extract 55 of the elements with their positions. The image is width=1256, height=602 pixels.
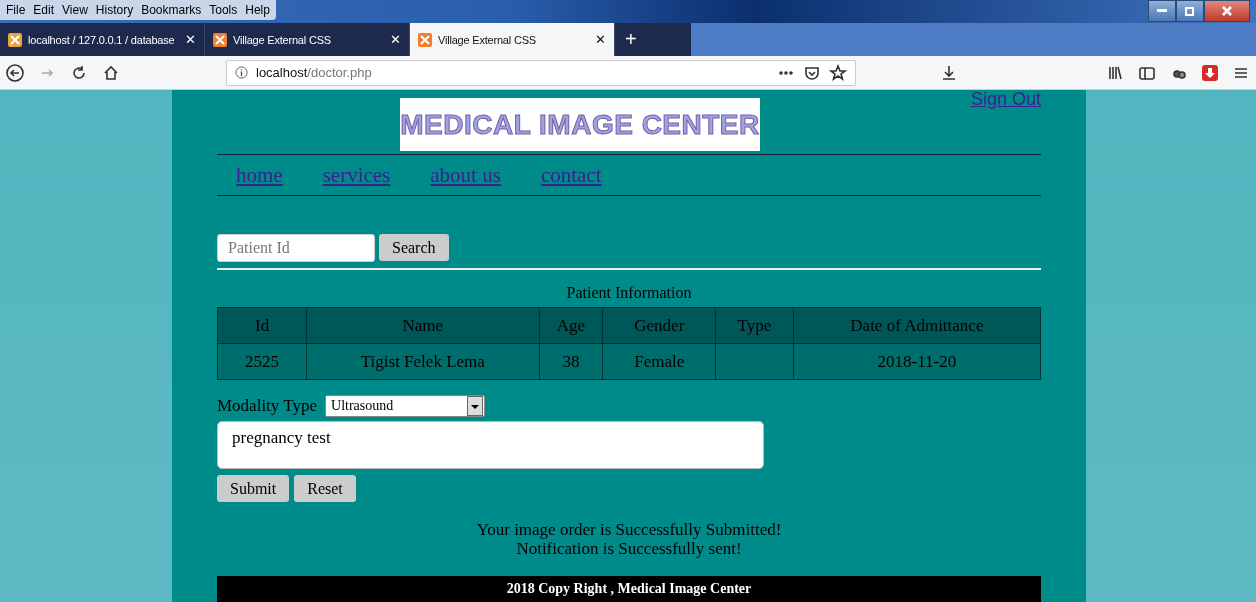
- search-button[interactable]: Search: [379, 234, 449, 261]
- close-icon: [1222, 6, 1232, 16]
- menu-item[interactable]: Edit: [33, 3, 55, 17]
- site-logo: MEDICAL IMAGE CENTER: [400, 98, 760, 151]
- tab-close-button[interactable]: ✕: [185, 32, 196, 48]
- modality-label: Modality Type: [217, 396, 318, 416]
- column-header: Type: [715, 307, 794, 344]
- menu-item[interactable]: Bookmarks: [141, 3, 202, 17]
- column-header: Gender: [602, 307, 716, 344]
- menu-item[interactable]: Tools: [209, 3, 238, 17]
- tab-title: localhost / 127.0.0.1 / database: [28, 33, 176, 46]
- tab-close-button[interactable]: ✕: [595, 32, 606, 48]
- menu-item[interactable]: File: [6, 3, 26, 17]
- tab-title: Village External CSS: [438, 33, 537, 46]
- table-cell: 38: [539, 343, 603, 380]
- reset-button[interactable]: Reset: [294, 475, 356, 502]
- table-caption: Patient Information: [565, 284, 693, 302]
- new-tab-button[interactable]: +: [615, 28, 647, 52]
- modality-select[interactable]: Ultrasound: [325, 395, 486, 417]
- menu-item[interactable]: View: [62, 3, 88, 17]
- menu-item[interactable]: Help: [245, 3, 270, 17]
- restore-button[interactable]: [1176, 0, 1204, 22]
- submit-button[interactable]: Submit: [217, 475, 290, 502]
- column-header: Id: [217, 307, 307, 344]
- footer-text: 2018 Copy Right , Medical Image Center: [217, 576, 1041, 602]
- star-icon[interactable]: [829, 63, 847, 82]
- patient-id-field[interactable]: Patient Id: [217, 234, 375, 262]
- reload-icon[interactable]: [70, 63, 88, 82]
- tab-title: Village External CSS: [233, 33, 332, 46]
- table-cell: 2018-11-20: [793, 343, 1041, 380]
- column-header: Name: [306, 307, 539, 344]
- close-button[interactable]: [1204, 0, 1250, 22]
- browser-tab[interactable]: Village External CSS ✕: [410, 23, 615, 57]
- url-text[interactable]: localhost/doctor.php: [256, 65, 372, 81]
- table-cell: Tigist Felek Lema: [306, 343, 539, 380]
- restore-icon: [1185, 6, 1195, 16]
- back-icon[interactable]: [6, 63, 24, 82]
- menu-item[interactable]: History: [95, 3, 134, 17]
- info-icon[interactable]: [235, 66, 248, 80]
- notes-field[interactable]: pregnancy test: [217, 421, 764, 469]
- download-icon[interactable]: [940, 63, 958, 82]
- minimize-icon: [1157, 9, 1167, 13]
- table-cell: 2525: [217, 343, 307, 380]
- minimize-button[interactable]: [1148, 0, 1176, 22]
- column-header: Date of Admittance: [793, 307, 1041, 344]
- favicon-icon: [8, 32, 22, 47]
- tab-close-button[interactable]: ✕: [390, 32, 401, 48]
- home-icon[interactable]: [102, 63, 120, 82]
- status-message: Notification is Successfully sent!: [516, 539, 742, 558]
- status-message: Your image order is Successfully Submitted!: [476, 520, 782, 539]
- favicon-icon: [418, 32, 432, 47]
- download-arrow-icon[interactable]: [1202, 64, 1218, 81]
- favicon-icon: [213, 32, 227, 47]
- table-cell: Female: [602, 343, 716, 380]
- column-header: Age: [539, 307, 603, 344]
